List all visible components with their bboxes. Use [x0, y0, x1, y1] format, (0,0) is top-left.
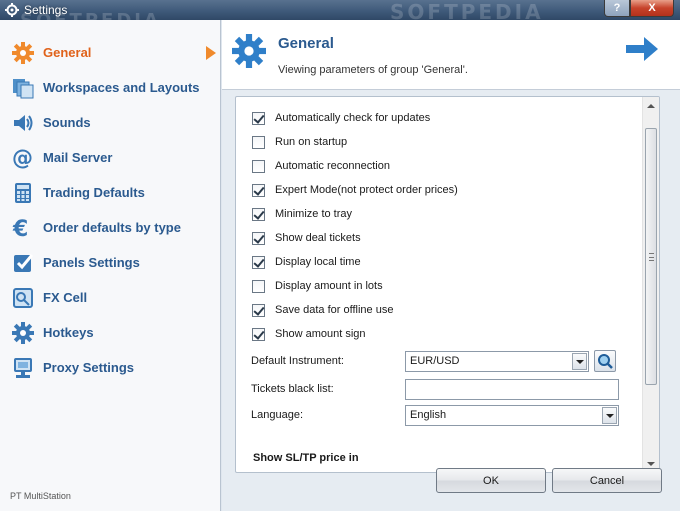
sidebar-item-label: Trading Defaults — [43, 185, 145, 200]
group-header: General Viewing parameters of group 'Gen… — [222, 20, 680, 90]
page-title: General — [278, 35, 334, 52]
sidebar-item-label: FX Cell — [43, 290, 88, 305]
vertical-scrollbar[interactable] — [642, 97, 659, 472]
checkbox[interactable] — [252, 207, 265, 221]
main-content: General Viewing parameters of group 'Gen… — [222, 20, 680, 511]
gear-icon — [11, 321, 35, 345]
settings-panel: Automatically check for updates Run on s… — [235, 96, 660, 473]
page-description: Viewing parameters of group 'General'. — [278, 64, 468, 76]
instrument-search-button[interactable] — [594, 350, 616, 372]
ok-button[interactable]: OK — [436, 468, 546, 493]
option-save-offline[interactable]: Save data for offline use — [252, 301, 393, 319]
scroll-thumb[interactable] — [645, 128, 657, 385]
fx-cell-icon — [11, 286, 35, 310]
sidebar-item-label: Proxy Settings — [43, 360, 135, 375]
title-bar: SOFTPEDIA SOFTPEDIA Settings ? X — [0, 0, 680, 20]
active-arrow-icon — [206, 46, 216, 60]
speaker-icon — [11, 111, 35, 135]
option-display-local-time[interactable]: Display local time — [252, 253, 361, 271]
option-show-amount-sign[interactable]: Show amount sign — [252, 325, 366, 343]
calculator-icon — [11, 181, 35, 205]
option-auto-reconnect[interactable]: Automatic reconnection — [252, 157, 390, 175]
option-show-deal-tickets[interactable]: Show deal tickets — [252, 229, 361, 247]
sidebar-item-sounds[interactable]: Sounds — [0, 105, 221, 140]
arrow-right-icon[interactable] — [626, 37, 658, 61]
options-list: Automatically check for updates Run on s… — [236, 97, 643, 472]
sidebar-item-label: General — [43, 45, 92, 60]
tickets-black-list-label: Tickets black list: — [251, 383, 334, 395]
checkbox[interactable] — [252, 327, 265, 341]
cancel-button[interactable]: Cancel — [552, 468, 662, 493]
close-button[interactable]: X — [630, 0, 674, 17]
language-label: Language: — [251, 409, 303, 421]
proxy-icon — [11, 356, 35, 380]
tickets-black-list-input[interactable] — [405, 379, 619, 400]
checkbox[interactable] — [252, 183, 265, 197]
at-sign-icon: @ — [11, 146, 35, 170]
option-run-on-startup[interactable]: Run on startup — [252, 133, 347, 151]
sidebar-item-label: Mail Server — [43, 150, 113, 165]
sidebar-item-mail-server[interactable]: @ Mail Server — [0, 140, 221, 175]
checkbox[interactable] — [252, 135, 265, 149]
window-title: Settings — [24, 3, 68, 17]
sidebar-item-proxy-settings[interactable]: Proxy Settings — [0, 350, 221, 385]
sidebar-item-label: Panels Settings — [43, 255, 140, 270]
default-instrument-label: Default Instrument: — [251, 355, 344, 367]
sidebar-item-fx-cell[interactable]: FX Cell — [0, 280, 221, 315]
sidebar-item-panels-settings[interactable]: Panels Settings — [0, 245, 221, 280]
sidebar-item-trading-defaults[interactable]: Trading Defaults — [0, 175, 221, 210]
checkbox[interactable] — [252, 231, 265, 245]
sidebar-item-label: Order defaults by type — [43, 220, 181, 235]
sidebar-item-label: Hotkeys — [43, 325, 94, 340]
option-amount-in-lots[interactable]: Display amount in lots — [252, 277, 383, 295]
sidebar-item-label: Sounds — [43, 115, 91, 130]
sidebar-item-general[interactable]: General — [0, 35, 221, 70]
workspaces-icon — [11, 76, 35, 100]
option-auto-update[interactable]: Automatically check for updates — [252, 109, 430, 127]
language-select[interactable]: English — [405, 405, 619, 426]
checkbox[interactable] — [252, 255, 265, 269]
sidebar-item-workspaces[interactable]: Workspaces and Layouts — [0, 70, 221, 105]
default-instrument-select[interactable]: EUR/USD — [405, 351, 589, 372]
svg-text:@: @ — [12, 147, 33, 169]
checkbox[interactable] — [252, 279, 265, 293]
checkbox[interactable] — [252, 159, 265, 173]
scroll-up-icon[interactable] — [643, 97, 659, 114]
checkbox[interactable] — [252, 111, 265, 125]
euro-icon: € — [11, 216, 35, 240]
search-icon — [598, 354, 613, 369]
option-minimize-to-tray[interactable]: Minimize to tray — [252, 205, 352, 223]
gear-icon — [11, 41, 35, 65]
option-expert-mode[interactable]: Expert Mode(not protect order prices) — [252, 181, 458, 199]
chevron-down-icon[interactable] — [572, 353, 587, 370]
gear-icon — [232, 34, 266, 68]
sidebar-item-hotkeys[interactable]: Hotkeys — [0, 315, 221, 350]
chevron-down-icon[interactable] — [602, 407, 617, 424]
svg-text:€: € — [12, 217, 28, 239]
sidebar: General Workspaces and Layouts Sounds @ … — [0, 20, 221, 511]
grip-icon — [649, 253, 654, 261]
watermark: SOFTPEDIA SOFTPEDIA — [20, 0, 544, 20]
sidebar-item-label: Workspaces and Layouts — [43, 80, 200, 95]
sltp-section-title: Show SL/TP price in — [253, 452, 359, 464]
help-button[interactable]: ? — [604, 0, 630, 17]
sidebar-item-order-defaults[interactable]: € Order defaults by type — [0, 210, 221, 245]
settings-app-icon — [4, 2, 20, 18]
app-name-footer: PT MultiStation — [10, 491, 71, 501]
checkbox[interactable] — [252, 303, 265, 317]
checkbox-icon — [11, 251, 35, 275]
